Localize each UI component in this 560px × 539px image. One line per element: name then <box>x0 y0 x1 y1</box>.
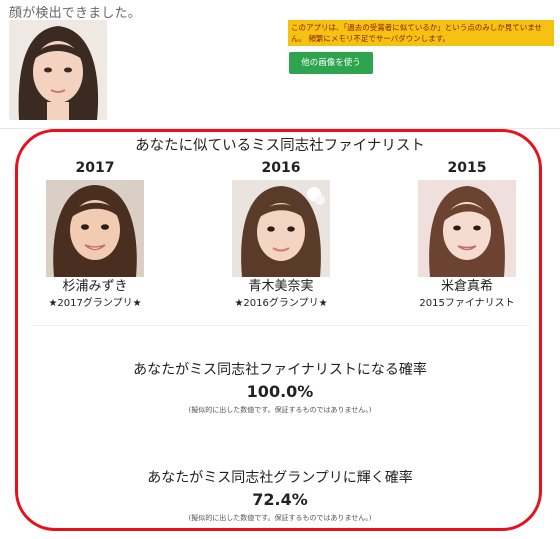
page: 顔が検出できました。 このアプリは、「過去の受賞者に似ているか」という点のみしか… <box>0 0 560 539</box>
probability-disclaimer: (擬似的に出した数値です。保証するものではありません。) <box>188 406 372 414</box>
divider <box>0 128 560 129</box>
probability-value: 72.4% <box>252 490 308 509</box>
divider <box>30 325 530 326</box>
finalist-name: 杉浦みずき <box>62 279 128 294</box>
finalist-name: 青木美奈実 <box>248 279 314 294</box>
finalist-card-2017: 2017 杉浦みずき ★2017グランプリ★ <box>30 159 160 311</box>
finalist-award: ★2017グランプリ★ <box>48 298 142 309</box>
probability-value: 100.0% <box>246 382 314 401</box>
finalist-photo <box>232 180 330 277</box>
finalist-year: 2015 <box>447 160 487 176</box>
uploaded-face-photo <box>9 20 107 120</box>
probability-heading: あなたがミス同志社ファイナリストになる確率 <box>133 362 427 378</box>
grandprix-probability-block: あなたがミス同志社グランプリに輝く確率 72.4% (擬似的に出した数値です。保… <box>0 469 560 523</box>
face-detected-message: 顔が検出できました。 <box>9 6 142 21</box>
finalist-year: 2016 <box>261 160 301 176</box>
finalist-photo <box>46 180 144 277</box>
finalist-photo <box>418 180 516 277</box>
app-notice-banner: このアプリは、「過去の受賞者に似ているか」という点のみしか見ていません。 頻繁に… <box>288 20 554 46</box>
finalist-name: 米倉真希 <box>440 279 493 294</box>
finalist-probability-block: あなたがミス同志社ファイナリストになる確率 100.0% (擬似的に出した数値で… <box>0 361 560 415</box>
finalist-award: ★2016グランプリ★ <box>234 298 328 309</box>
use-other-image-button[interactable]: 他の画像を使う <box>289 52 373 74</box>
probability-heading: あなたがミス同志社グランプリに輝く確率 <box>147 470 413 486</box>
finalist-award: 2015ファイナリスト <box>419 298 515 309</box>
finalist-year: 2017 <box>75 160 115 176</box>
finalist-card-2016: 2016 青木美奈実 ★2016グランプリ★ <box>216 159 346 311</box>
finalist-card-2015: 2015 米倉真希 2015ファイナリスト <box>402 159 532 311</box>
similar-finalists-title: あなたに似ているミス同志社ファイナリスト <box>135 138 425 154</box>
probability-disclaimer: (擬似的に出した数値です。保証するものではありません。) <box>188 514 372 522</box>
